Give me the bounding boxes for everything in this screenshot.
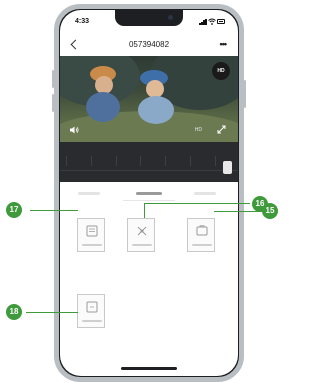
live-video-view[interactable]: HD HD xyxy=(60,56,238,142)
fullscreen-icon[interactable] xyxy=(217,125,226,134)
callout-18-leader xyxy=(26,312,78,313)
phone-screen: 4:33 057394082 ••• HD HD xyxy=(60,10,238,376)
callout-15-leader xyxy=(214,211,262,212)
feature-icon xyxy=(137,226,147,236)
timeline-ticks xyxy=(66,156,216,166)
tile-label xyxy=(82,320,102,322)
battery-icon xyxy=(217,19,225,24)
callout-17-leader xyxy=(30,210,78,211)
tab-label xyxy=(136,192,162,195)
tab-right[interactable] xyxy=(182,190,232,198)
tab-underline xyxy=(123,200,175,201)
strip-toggle-button[interactable] xyxy=(223,161,232,174)
callout-18: 18 xyxy=(6,304,22,320)
record-badge[interactable]: HD xyxy=(212,62,230,80)
camera-dot xyxy=(168,15,173,20)
status-icons xyxy=(199,18,225,25)
status-time: 4:33 xyxy=(75,18,90,25)
feature-tile[interactable] xyxy=(127,218,155,252)
callout-15: 15 xyxy=(262,203,278,219)
volume-button xyxy=(52,94,54,112)
speaker-icon[interactable] xyxy=(70,126,79,134)
tile-label xyxy=(192,244,212,246)
control-strip xyxy=(60,142,238,182)
tile-label xyxy=(132,244,152,246)
signal-icon xyxy=(205,18,207,25)
feature-icon xyxy=(86,301,98,313)
feature-tile[interactable] xyxy=(77,294,105,328)
child-body xyxy=(86,92,120,122)
child-body xyxy=(138,96,174,124)
camera-id-title: 057394082 xyxy=(128,40,170,49)
tile-label xyxy=(82,244,102,246)
status-bar: 4:33 xyxy=(60,10,238,32)
nav-bar: 057394082 ••• xyxy=(60,34,238,56)
wifi-icon xyxy=(208,18,216,25)
tab-label xyxy=(194,192,216,195)
feature-icon xyxy=(196,225,208,236)
feature-tile[interactable] xyxy=(77,218,105,252)
quality-label[interactable]: HD xyxy=(195,127,202,133)
volume-button xyxy=(52,70,54,88)
home-indicator xyxy=(121,367,177,370)
manual-illustration: 4:33 057394082 ••• HD HD 16 17 15 18 xyxy=(0,0,299,383)
more-options-icon[interactable]: ••• xyxy=(220,39,228,49)
callout-16-leader xyxy=(144,203,145,218)
feature-icon xyxy=(86,225,98,237)
power-button xyxy=(244,80,246,108)
tab-center[interactable] xyxy=(124,190,174,198)
tab-bar xyxy=(60,182,238,204)
callout-17: 17 xyxy=(6,202,22,218)
timeline-line xyxy=(60,170,238,171)
tab-left[interactable] xyxy=(66,190,116,198)
callout-16-leader xyxy=(144,203,250,204)
feature-tile[interactable] xyxy=(187,218,215,252)
tab-label xyxy=(78,192,100,195)
